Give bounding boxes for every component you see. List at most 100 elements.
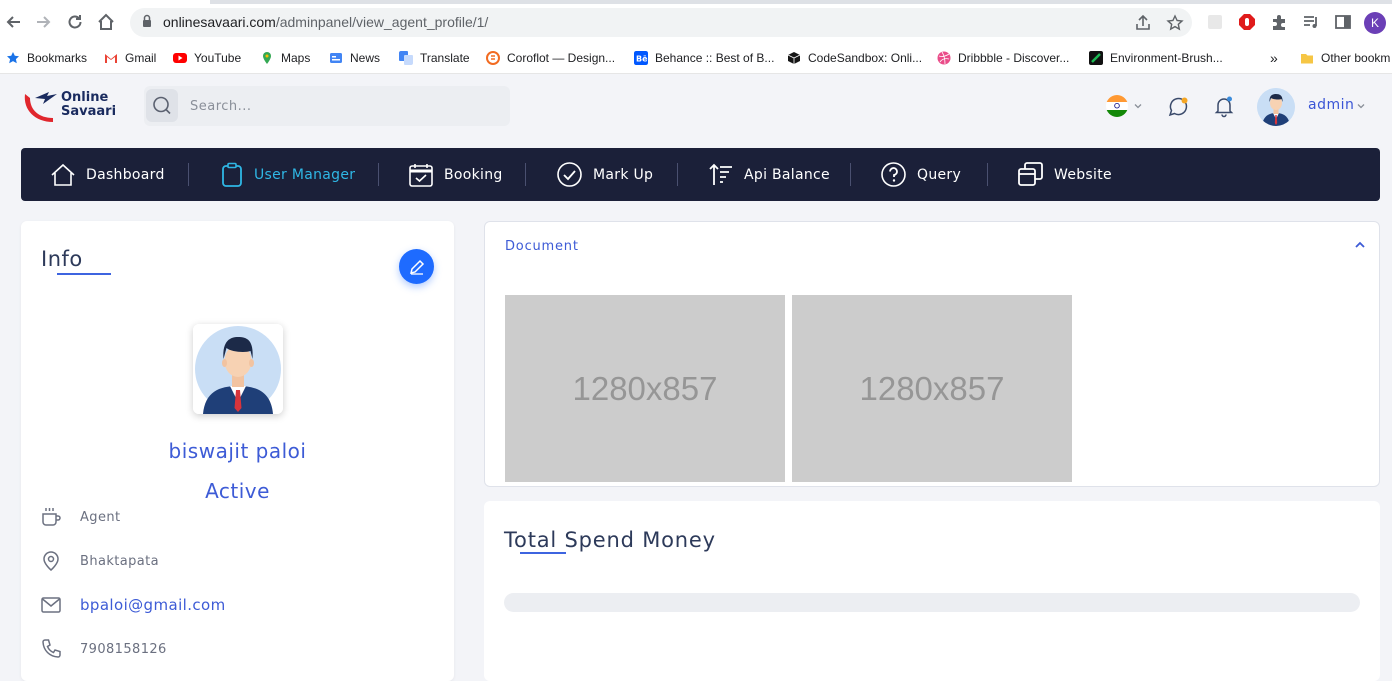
address-bar[interactable]: onlinesavaari.com/adminpanel/view_agent_… bbox=[130, 8, 1192, 37]
chat-icon[interactable] bbox=[1166, 95, 1190, 119]
nav-label: Mark Up bbox=[593, 166, 654, 183]
edit-button[interactable] bbox=[399, 249, 434, 284]
clipboard-icon bbox=[222, 162, 242, 187]
search-input[interactable] bbox=[190, 86, 490, 126]
info-title: Info bbox=[41, 247, 83, 271]
bookmark-item[interactable]: CodeSandbox: Onli... bbox=[787, 48, 922, 68]
role-text: Agent bbox=[80, 509, 121, 525]
nav-label: Api Balance bbox=[744, 166, 830, 183]
nav-divider bbox=[188, 163, 189, 186]
info-row-role: Agent bbox=[40, 505, 120, 529]
nav-booking[interactable]: Booking bbox=[408, 148, 503, 201]
logo-text: Online Savaari bbox=[61, 90, 117, 119]
media-queue-icon[interactable] bbox=[1302, 13, 1320, 31]
extension-placeholder-icon[interactable] bbox=[1206, 13, 1224, 31]
user-menu-chevron-down-icon[interactable] bbox=[1356, 101, 1366, 111]
bookmark-item[interactable]: Environment-Brush... bbox=[1089, 48, 1223, 68]
codesandbox-icon bbox=[787, 52, 801, 64]
bookmark-item[interactable]: Bookmarks bbox=[6, 48, 87, 68]
nav-divider bbox=[677, 163, 678, 186]
browser-profile-avatar[interactable]: K bbox=[1364, 12, 1386, 34]
share-icon[interactable] bbox=[1134, 14, 1152, 32]
map-pin-icon bbox=[43, 551, 59, 571]
bookmark-item[interactable]: Gmail bbox=[104, 48, 156, 68]
info-row-location: Bhaktapata bbox=[40, 549, 159, 573]
bookmark-item[interactable]: Coroflot — Design... bbox=[486, 48, 615, 68]
user-menu-label[interactable]: admin bbox=[1308, 97, 1354, 113]
more-bookmarks-button[interactable]: » bbox=[1270, 48, 1278, 68]
search-icon-button[interactable] bbox=[146, 89, 178, 122]
pencil-icon bbox=[409, 259, 424, 275]
nav-divider bbox=[850, 163, 851, 186]
language-chevron-down-icon[interactable] bbox=[1133, 101, 1143, 111]
nav-query[interactable]: Query bbox=[880, 148, 961, 201]
nav-label: User Manager bbox=[254, 166, 356, 183]
news-icon bbox=[330, 53, 342, 63]
nav-website[interactable]: Website bbox=[1017, 148, 1112, 201]
search-box[interactable] bbox=[144, 86, 510, 126]
search-icon bbox=[153, 96, 171, 115]
home-icon bbox=[51, 163, 75, 186]
back-icon[interactable] bbox=[4, 12, 24, 32]
lock-icon bbox=[143, 14, 151, 27]
status-badge: Active bbox=[205, 479, 270, 503]
url-text: onlinesavaari.com/adminpanel/view_agent_… bbox=[163, 14, 489, 30]
spend-title: Total Spend Money bbox=[504, 528, 716, 552]
bookmark-item[interactable]: Other bookm bbox=[1300, 48, 1390, 68]
avatar[interactable] bbox=[1257, 88, 1295, 126]
info-row-email: bpaloi@gmail.com bbox=[40, 593, 226, 617]
nav-user-manager[interactable]: User Manager bbox=[220, 148, 355, 201]
check-circle-icon bbox=[557, 162, 582, 187]
title-underline bbox=[520, 552, 566, 554]
coffee-icon bbox=[42, 508, 61, 526]
nav-mark-up[interactable]: Mark Up bbox=[556, 148, 653, 201]
nav-label: Booking bbox=[444, 166, 503, 183]
bookmark-item[interactable]: Bē Behance :: Best of B... bbox=[634, 48, 774, 68]
bookmark-item[interactable]: Translate bbox=[399, 48, 470, 68]
phone-icon bbox=[42, 639, 61, 658]
chevron-up-icon[interactable] bbox=[1353, 238, 1367, 252]
nav-api-balance[interactable]: Api Balance bbox=[708, 148, 830, 201]
nav-label: Website bbox=[1054, 166, 1112, 183]
bell-icon[interactable] bbox=[1212, 94, 1236, 118]
agent-name: biswajit paloi bbox=[168, 439, 307, 463]
forward-icon[interactable] bbox=[33, 12, 53, 32]
document-image[interactable]: 1280x857 bbox=[792, 295, 1072, 482]
main-navbar: Dashboard User Manager Booking Mark Up A… bbox=[21, 148, 1380, 201]
bookmark-item[interactable]: Maps bbox=[260, 48, 310, 68]
email-link[interactable]: bpaloi@gmail.com bbox=[80, 596, 226, 614]
home-browser-icon[interactable] bbox=[96, 12, 116, 32]
title-underline bbox=[57, 273, 111, 275]
document-image[interactable]: 1280x857 bbox=[505, 295, 785, 482]
bookmark-item[interactable]: News bbox=[329, 48, 380, 68]
calendar-icon bbox=[409, 163, 433, 187]
nav-divider bbox=[525, 163, 526, 186]
profile-photo bbox=[193, 324, 283, 414]
adblock-icon[interactable] bbox=[1238, 13, 1256, 31]
extensions-puzzle-icon[interactable] bbox=[1270, 13, 1288, 31]
nav-dashboard[interactable]: Dashboard bbox=[50, 148, 165, 201]
svg-text:Bē: Bē bbox=[636, 55, 648, 64]
windows-icon bbox=[1018, 162, 1043, 186]
bookmark-item[interactable]: YouTube bbox=[173, 48, 241, 68]
document-title[interactable]: Document bbox=[505, 239, 579, 254]
india-flag-icon[interactable] bbox=[1106, 95, 1128, 117]
help-circle-icon bbox=[881, 162, 906, 187]
folder-icon bbox=[1301, 54, 1313, 64]
environment-brush-icon bbox=[1089, 51, 1103, 65]
star-icon[interactable] bbox=[1166, 14, 1184, 32]
location-text: Bhaktapata bbox=[80, 553, 159, 569]
phone-text: 7908158126 bbox=[80, 641, 167, 657]
reload-icon[interactable] bbox=[65, 12, 85, 32]
info-row-phone: 7908158126 bbox=[40, 637, 167, 661]
dribbble-icon bbox=[937, 51, 951, 65]
nav-divider bbox=[987, 163, 988, 186]
nav-divider bbox=[378, 163, 379, 186]
bookmark-item[interactable]: Dribbble - Discover... bbox=[937, 48, 1069, 68]
spend-progress-bar bbox=[504, 593, 1360, 612]
sort-icon bbox=[709, 163, 732, 185]
document-card: Document 1280x857 1280x857 bbox=[484, 221, 1380, 487]
nav-label: Dashboard bbox=[86, 166, 165, 183]
translate-icon bbox=[399, 51, 413, 65]
side-panel-icon[interactable] bbox=[1334, 13, 1352, 31]
